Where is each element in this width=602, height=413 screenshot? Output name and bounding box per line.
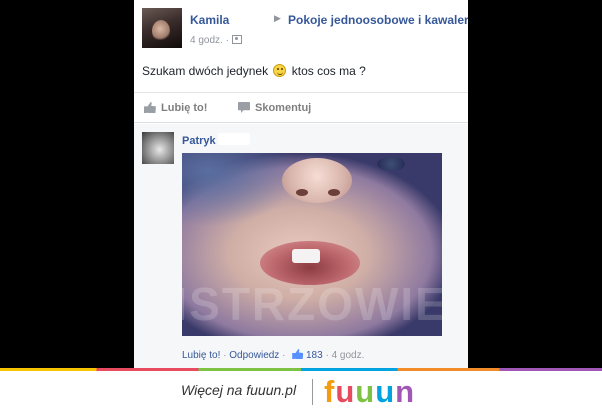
post-group-name[interactable]: Pokoje jednoosobowe i kawalerki <box>288 13 468 27</box>
post-text-part2: ktos cos ma ? <box>291 64 366 78</box>
post-author-avatar[interactable] <box>142 8 182 48</box>
comment-reply-link[interactable]: Odpowiedz <box>229 350 279 361</box>
fuuun-logo[interactable]: fuuun <box>324 374 415 410</box>
comment-actions: Lubię to! · Odpowiedz · 183 · 4 godz. <box>182 349 364 361</box>
comment-like-link[interactable]: Lubię to! <box>182 350 220 361</box>
like-button[interactable]: Lubię to! <box>144 102 207 114</box>
separator-dot: · <box>282 350 286 361</box>
post-actions-bar: Lubię to! Skomentuj <box>134 92 468 123</box>
commenter-name[interactable]: Patryk <box>182 135 216 147</box>
like-button-label: Lubię to! <box>161 102 208 114</box>
photo-watermark: MISTRZOWIE <box>182 278 442 330</box>
post-text: Szukam dwóch jedynek ktos cos ma ? <box>142 64 366 78</box>
comment-icon <box>238 102 250 113</box>
post-author-name[interactable]: Kamila <box>190 13 229 27</box>
commenter-avatar[interactable] <box>142 132 174 164</box>
comment-button[interactable]: Skomentuj <box>238 102 311 114</box>
post-meta: 4 godz. · <box>190 35 242 46</box>
redacted-surname <box>218 133 250 145</box>
left-black-margin <box>0 0 134 368</box>
photo-nostril-right <box>328 189 340 196</box>
like-count-icon <box>292 349 304 359</box>
post-timestamp[interactable]: 4 godz. <box>190 35 223 46</box>
right-black-margin <box>468 0 602 368</box>
comment-timestamp[interactable]: 4 godz. <box>332 350 365 361</box>
thumbs-up-icon <box>144 102 156 113</box>
separator-dot: · <box>223 350 227 361</box>
photo-teeth <box>292 249 320 263</box>
footer-banner: Więcej na fuuun.pl fuuun <box>0 371 602 413</box>
logo-letter: u <box>355 374 376 409</box>
logo-letter: u <box>375 374 396 409</box>
logo-letter: f <box>324 374 336 409</box>
facebook-post: Kamila ▶ Pokoje jednoosobowe i kawalerki… <box>134 0 468 123</box>
photo-eye <box>377 157 405 171</box>
comment-block: Patryk MISTRZOWIE Lubię to! · Odpowiedz … <box>134 124 468 368</box>
footer-text[interactable]: Więcej na fuuun.pl <box>181 382 296 398</box>
photo-nose <box>282 158 352 203</box>
separator-dot: · <box>325 350 329 361</box>
logo-letter: n <box>395 374 416 409</box>
comment-like-count[interactable]: 183 <box>306 350 323 361</box>
comment-button-label: Skomentuj <box>255 102 312 114</box>
comment-photo[interactable]: MISTRZOWIE <box>182 153 442 336</box>
arrow-right-icon: ▶ <box>274 13 281 23</box>
post-text-part1: Szukam dwóch jedynek <box>142 64 269 78</box>
smiley-emoji-icon <box>273 64 287 77</box>
footer-separator <box>312 379 313 405</box>
audience-icon[interactable] <box>231 35 242 44</box>
logo-letter: u <box>335 374 356 409</box>
photo-nostril-left <box>296 189 308 196</box>
